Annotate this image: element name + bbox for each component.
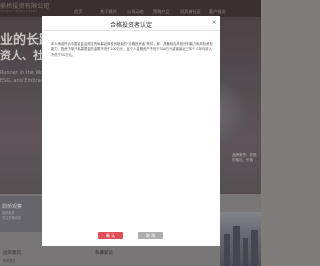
qualified-investor-dialog: 合格投资者认定 × 本人承诺符合中国证监会规定的私募证券投资基金的“合格投资者”… <box>42 16 220 246</box>
dialog-divider <box>42 30 220 31</box>
dialog-body-text: 本人承诺符合中国证监会规定的私募证券投资基金的“合格投资者”条件，即：具备相应风… <box>51 42 213 57</box>
dialog-title: 合格投资者认定 <box>109 22 152 29</box>
confirm-button[interactable]: 确 认 <box>98 232 123 239</box>
cancel-button[interactable]: 取 消 <box>138 232 163 239</box>
close-icon[interactable]: × <box>210 19 218 27</box>
